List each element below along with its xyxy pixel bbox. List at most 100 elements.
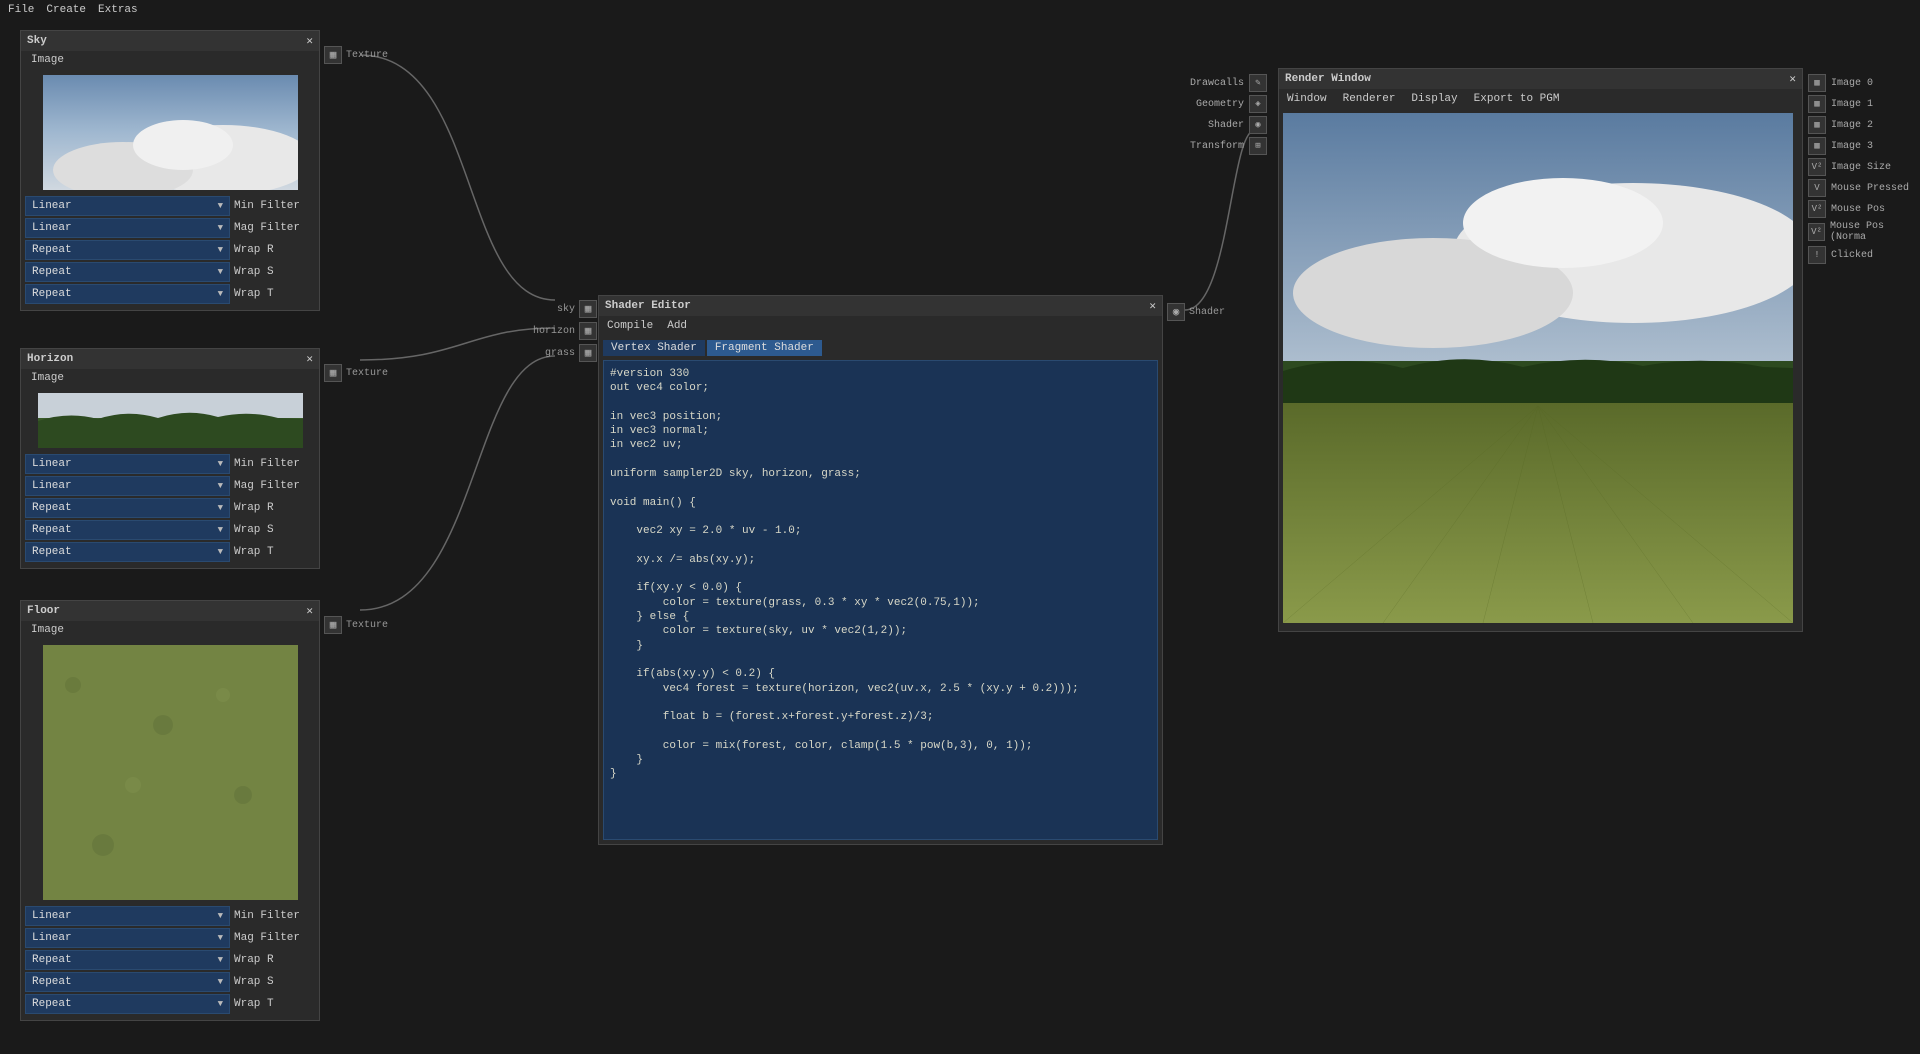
panel-titlebar[interactable]: Horizon ✕	[21, 349, 319, 369]
dropdown-wrap-r[interactable]: Repeat	[25, 498, 230, 518]
output-socket-image-2[interactable]: ▦Image 2	[1808, 116, 1920, 134]
property-row: RepeatWrap R	[25, 240, 315, 260]
close-icon[interactable]: ✕	[306, 604, 313, 618]
panel-subtitle: Image	[21, 621, 319, 639]
image-icon: ▦	[579, 300, 597, 318]
socket-label: Mouse Pos (Norma	[1830, 221, 1920, 243]
dropdown-wrap-s[interactable]: Repeat	[25, 520, 230, 540]
input-socket-geometry[interactable]: Geometry ◈	[1196, 95, 1267, 113]
property-row: Repeat Wrap T	[25, 284, 315, 304]
transform-icon: ⊞	[1249, 137, 1267, 155]
dropdown-wrap-s[interactable]: Repeat	[25, 262, 230, 282]
dropdown-mag-filter[interactable]: Linear	[25, 218, 230, 238]
render-input-sockets: Drawcalls ✎ Geometry ◈ Shader ◉ Transfor…	[1190, 74, 1267, 155]
input-socket-drawcalls[interactable]: Drawcalls ✎	[1190, 74, 1267, 92]
type-icon: ▦	[1808, 137, 1826, 155]
render-viewport[interactable]	[1283, 113, 1793, 623]
socket-label: Mouse Pressed	[1831, 183, 1909, 194]
dropdown-wrap-t[interactable]: Repeat	[25, 994, 230, 1014]
output-socket-image-3[interactable]: ▦Image 3	[1808, 137, 1920, 155]
input-socket-horizon[interactable]: horizon ▦	[530, 322, 597, 340]
dropdown-mag-filter[interactable]: Linear	[25, 928, 230, 948]
texture-preview-sky[interactable]	[43, 75, 298, 190]
shader-icon: ◉	[1249, 116, 1267, 134]
output-socket-shader[interactable]: ◉ Shader	[1167, 303, 1225, 321]
texture-node-horizon[interactable]: Horizon ✕ Image LinearMin FilterLinearMa…	[20, 348, 320, 569]
property-label: Wrap T	[234, 288, 274, 300]
node-canvas[interactable]: Sky ✕ Image LinearMin FilterLinearMag Fi…	[0, 20, 1920, 1054]
property-row: RepeatWrap R	[25, 950, 315, 970]
output-socket-texture[interactable]: ▦ Texture	[324, 616, 388, 634]
tab-fragment-shader[interactable]: Fragment Shader	[707, 340, 822, 356]
output-socket-mouse-pos-norma[interactable]: V²Mouse Pos (Norma	[1808, 221, 1920, 243]
type-icon: V²	[1808, 158, 1826, 176]
property-row: LinearMin Filter	[25, 454, 315, 474]
dropdown-min-filter[interactable]: Linear	[25, 196, 230, 216]
image-icon: ▦	[579, 322, 597, 340]
property-label: Wrap S	[234, 976, 274, 988]
dropdown-min-filter[interactable]: Linear	[25, 906, 230, 926]
menu-export-pgm[interactable]: Export to PGM	[1474, 93, 1560, 105]
dropdown-min-filter[interactable]: Linear	[25, 454, 230, 474]
panel-subtitle: Image	[21, 369, 319, 387]
property-label: Wrap R	[234, 502, 274, 514]
dropdown-wrap-r[interactable]: Repeat	[25, 240, 230, 260]
shader-editor-node[interactable]: Shader Editor ✕ Compile Add Vertex Shade…	[598, 295, 1163, 845]
output-socket-texture[interactable]: ▦ Texture	[324, 46, 388, 64]
input-socket-grass[interactable]: grass ▦	[530, 344, 597, 362]
property-label: Min Filter	[234, 200, 300, 212]
output-socket-mouse-pos[interactable]: V²Mouse Pos	[1808, 200, 1920, 218]
socket-label: Mouse Pos	[1831, 204, 1885, 215]
texture-preview-horizon[interactable]	[38, 393, 303, 448]
panel-subtitle: Image	[21, 51, 319, 69]
socket-label: Drawcalls	[1190, 78, 1244, 89]
drawcalls-icon: ✎	[1249, 74, 1267, 92]
geometry-icon: ◈	[1249, 95, 1267, 113]
input-socket-shader[interactable]: Shader ◉	[1208, 116, 1267, 134]
input-socket-sky[interactable]: sky ▦	[530, 300, 597, 318]
render-output-sockets: ▦Image 0 ▦Image 1 ▦Image 2 ▦Image 3 V² Image …	[1808, 74, 1920, 264]
image-icon: ▦	[324, 364, 342, 382]
output-socket-image-0[interactable]: ▦Image 0	[1808, 74, 1920, 92]
panel-titlebar[interactable]: Render Window ✕	[1279, 69, 1802, 89]
render-window-node[interactable]: Render Window ✕ Window Renderer Display …	[1278, 68, 1803, 632]
menu-renderer[interactable]: Renderer	[1343, 93, 1396, 105]
menu-create[interactable]: Create	[46, 4, 86, 16]
shader-code-editor[interactable]: #version 330 out vec4 color; in vec3 pos…	[603, 360, 1158, 840]
socket-label: Texture	[346, 368, 388, 379]
socket-label: sky	[530, 304, 575, 315]
panel-titlebar[interactable]: Floor ✕	[21, 601, 319, 621]
menu-file[interactable]: File	[8, 4, 34, 16]
output-socket-mouse-pressed[interactable]: V Mouse Pressed	[1808, 179, 1920, 197]
output-socket-texture[interactable]: ▦ Texture	[324, 364, 388, 382]
texture-preview-floor[interactable]	[43, 645, 298, 900]
tab-vertex-shader[interactable]: Vertex Shader	[603, 340, 705, 356]
dropdown-mag-filter[interactable]: Linear	[25, 476, 230, 496]
property-row: Repeat Wrap R	[25, 498, 315, 518]
close-icon[interactable]: ✕	[306, 34, 313, 48]
output-socket-clicked[interactable]: !Clicked	[1808, 246, 1920, 264]
close-icon[interactable]: ✕	[1149, 299, 1156, 313]
socket-label: Image Size	[1831, 162, 1891, 173]
menu-extras[interactable]: Extras	[98, 4, 138, 16]
texture-node-floor[interactable]: Floor ✕ Image LinearMin FilterLinearMag …	[20, 600, 320, 1021]
output-socket-image-size[interactable]: V² Image Size	[1808, 158, 1920, 176]
type-icon: V	[1808, 179, 1826, 197]
output-socket-image-1[interactable]: ▦Image 1	[1808, 95, 1920, 113]
menu-window[interactable]: Window	[1287, 93, 1327, 105]
close-icon[interactable]: ✕	[1789, 72, 1796, 86]
menu-display[interactable]: Display	[1411, 93, 1457, 105]
dropdown-wrap-t[interactable]: Repeat	[25, 284, 230, 304]
property-label: Wrap T	[234, 998, 274, 1010]
panel-titlebar[interactable]: Shader Editor ✕	[599, 296, 1162, 316]
menu-compile[interactable]: Compile	[607, 320, 653, 332]
dropdown-wrap-t[interactable]: Repeat	[25, 542, 230, 562]
dropdown-wrap-r[interactable]: Repeat	[25, 950, 230, 970]
dropdown-wrap-s[interactable]: Repeat	[25, 972, 230, 992]
panel-titlebar[interactable]: Sky ✕	[21, 31, 319, 51]
image-icon: ▦	[324, 46, 342, 64]
close-icon[interactable]: ✕	[306, 352, 313, 366]
input-socket-transform[interactable]: Transform ⊞	[1190, 137, 1267, 155]
menu-add[interactable]: Add	[667, 320, 687, 332]
texture-node-sky[interactable]: Sky ✕ Image LinearMin FilterLinearMag Fi…	[20, 30, 320, 311]
